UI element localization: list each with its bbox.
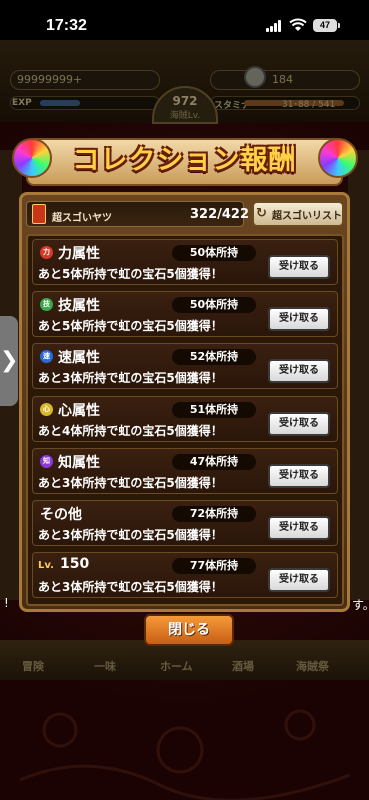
reward-row-name: 力属性 [58, 246, 100, 262]
wifi-icon [289, 18, 307, 31]
reward-description: あと5体所持で虹の宝石5個獲得！ [38, 319, 223, 333]
owned-count: 50体所持 [172, 297, 256, 313]
claim-button[interactable]: 受け取る [268, 412, 330, 436]
modal-title: コレクション報酬 [72, 145, 297, 176]
reward-row-name: 知属性 [58, 455, 100, 471]
claim-button[interactable]: 受け取る [268, 255, 330, 279]
reward-description: あと5体所持で虹の宝石5個獲得！ [38, 267, 223, 281]
owned-count: 52体所持 [172, 349, 256, 365]
rainbow-gem-icon [12, 138, 52, 178]
owned-count: 77体所持 [172, 558, 256, 574]
card-icon [32, 204, 46, 224]
reward-row-name: その他 [40, 507, 82, 523]
battery-icon: 47 [313, 19, 340, 32]
attribute-icon: 心 [40, 403, 53, 416]
super-list-button-label: 超スゴいリスト [272, 211, 342, 222]
reward-row-name: 速属性 [58, 350, 100, 366]
rainbow-gem-icon [318, 138, 358, 178]
cellular-signal-icon [266, 20, 283, 32]
status-time: 17:32 [46, 17, 87, 34]
attribute-icon: 技 [40, 298, 53, 311]
claim-button[interactable]: 受け取る [268, 359, 330, 383]
owned-count: 50体所持 [172, 245, 256, 261]
chevron-right-icon: ❯ [0, 348, 19, 373]
edge-text-left: ! [4, 596, 9, 610]
reward-description: あと3体所持で虹の宝石5個獲得！ [38, 371, 223, 385]
side-drawer-arrow[interactable]: ❯ [0, 316, 18, 406]
owned-count: 72体所持 [172, 506, 256, 522]
reward-description: あと3体所持で虹の宝石5個獲得！ [38, 476, 223, 490]
reward-description: あと3体所持で虹の宝石5個獲得！ [38, 528, 223, 542]
claim-button[interactable]: 受け取る [268, 464, 330, 488]
owned-count: 51体所持 [172, 402, 256, 418]
edge-text-right: す。 [352, 598, 369, 612]
claim-button[interactable]: 受け取る [268, 307, 330, 331]
attribute-icon: 力 [40, 246, 53, 259]
owned-count: 47体所持 [172, 454, 256, 470]
reward-row-name: 心属性 [58, 403, 100, 419]
status-bar: 17:32 47 [0, 0, 369, 40]
level-prefix: Lv. [38, 560, 54, 571]
reward-row-name: 技属性 [58, 298, 100, 314]
refresh-icon: ↻ [256, 206, 267, 221]
close-button[interactable]: 閉じる [144, 614, 234, 646]
attribute-icon: 速 [40, 350, 53, 363]
claim-button[interactable]: 受け取る [268, 516, 330, 540]
claim-button[interactable]: 受け取る [268, 568, 330, 592]
reward-description: あと4体所持で虹の宝石5個獲得！ [38, 424, 223, 438]
collection-count: 322/422 [190, 207, 250, 222]
reward-description: あと3体所持で虹の宝石5個獲得！ [38, 580, 223, 594]
collection-label: 超スゴいヤツ [52, 213, 112, 224]
attribute-icon: 知 [40, 455, 53, 468]
reward-row-name: 150 [60, 556, 90, 572]
